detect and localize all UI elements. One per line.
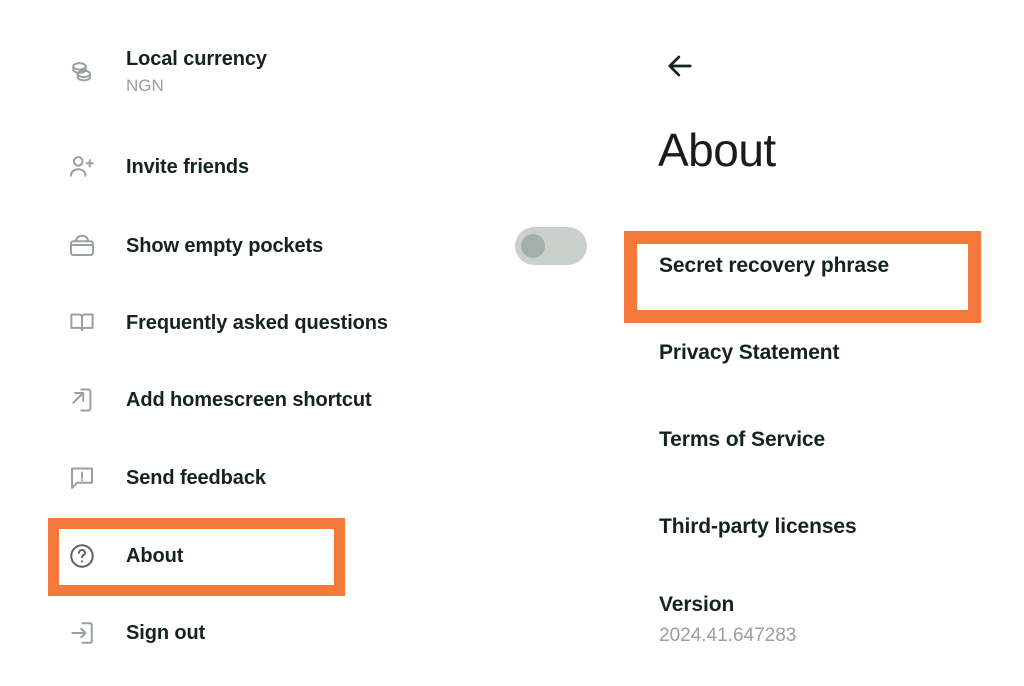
settings-item-label: Frequently asked questions [126, 311, 388, 334]
app-screen: Local currency NGN Invite friends Show e… [0, 0, 1024, 686]
settings-item-text: Frequently asked questions [126, 311, 388, 336]
settings-item-add-homescreen-shortcut[interactable]: Add homescreen shortcut [62, 372, 372, 428]
open-book-icon [62, 303, 102, 343]
about-item-terms-of-service[interactable]: Terms of Service [659, 427, 825, 453]
feedback-bubble-icon [62, 458, 102, 498]
settings-item-label: Show empty pockets [126, 234, 324, 257]
settings-item-faq[interactable]: Frequently asked questions [62, 295, 388, 351]
settings-item-sign-out[interactable]: Sign out [62, 605, 205, 661]
settings-item-label: About [126, 544, 184, 567]
settings-item-about[interactable]: About [62, 528, 183, 584]
settings-item-show-empty-pockets[interactable]: Show empty pockets [62, 218, 323, 274]
settings-item-invite-friends[interactable]: Invite friends [62, 139, 249, 195]
back-button[interactable] [660, 48, 700, 88]
about-item-secret-recovery-phrase[interactable]: Secret recovery phrase [659, 253, 889, 279]
coins-stack-icon [62, 52, 102, 92]
settings-item-text: Send feedback [126, 466, 266, 491]
homescreen-shortcut-icon [62, 380, 102, 420]
settings-item-text: Add homescreen shortcut [126, 388, 372, 413]
version-label: Version [659, 593, 735, 616]
settings-item-text: Sign out [126, 621, 205, 646]
settings-panel: Local currency NGN Invite friends Show e… [0, 0, 600, 686]
show-empty-pockets-toggle[interactable] [515, 227, 587, 265]
settings-item-text: Invite friends [126, 155, 249, 180]
about-panel: About Secret recovery phrase Privacy Sta… [600, 0, 1024, 686]
settings-item-text: Local currency NGN [126, 47, 267, 97]
settings-item-local-currency[interactable]: Local currency NGN [62, 44, 267, 100]
toggle-knob [521, 234, 545, 258]
arrow-left-icon [663, 49, 697, 88]
page-title: About [658, 124, 776, 176]
settings-item-label: Add homescreen shortcut [126, 388, 372, 411]
question-circle-icon [62, 536, 102, 576]
pocket-bag-icon [62, 226, 102, 266]
settings-item-send-feedback[interactable]: Send feedback [62, 450, 266, 506]
settings-item-text: Show empty pockets [126, 234, 323, 259]
version-value: 2024.41.647283 [659, 625, 797, 646]
about-item-privacy-statement[interactable]: Privacy Statement [659, 340, 839, 366]
settings-item-text: About [126, 544, 183, 569]
settings-item-label: Invite friends [126, 155, 250, 178]
settings-item-label: Sign out [126, 621, 206, 644]
about-item-third-party-licenses[interactable]: Third-party licenses [659, 514, 857, 540]
settings-item-value: NGN [126, 76, 164, 95]
settings-item-label: Local currency [126, 48, 267, 70]
person-add-icon [62, 147, 102, 187]
settings-item-label: Send feedback [126, 466, 266, 489]
sign-out-icon [62, 613, 102, 653]
